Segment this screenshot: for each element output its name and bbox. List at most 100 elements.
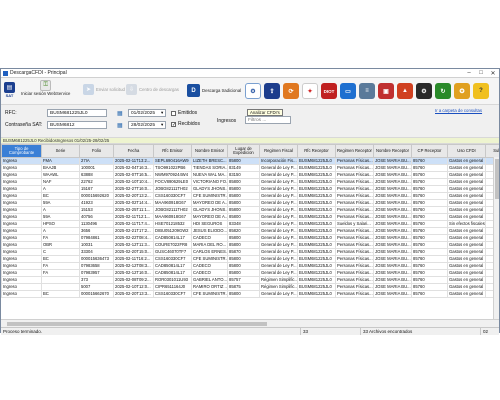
- table-row[interactable]: Ingreso A 15167 2025-02-27T16:0... JOBG82111…: [1, 185, 499, 193]
- diot-icon[interactable]: DIOT: [321, 83, 337, 99]
- table-cell: 85760: [411, 227, 448, 235]
- emitidos-checkbox[interactable]: [171, 110, 176, 116]
- table-row[interactable]: Ingreso 59A 40756 2025-02-11T12:1... MAA9609…: [1, 213, 499, 221]
- date-to-dropdown[interactable]: ▾: [161, 122, 163, 128]
- table-row[interactable]: Ingreso BC 000015636473 2025-02-11T16:2... C…: [1, 255, 499, 263]
- table-row[interactable]: Ingreso OBR 10031 2025-02-12T11:3... COURE70…: [1, 241, 499, 249]
- table-cell: 83150: [227, 171, 260, 179]
- maximize-button[interactable]: □: [475, 70, 487, 76]
- table-row[interactable]: Ingreso FA 07983957 2025-02-12T16:0... CAD85…: [1, 269, 499, 277]
- table-row[interactable]: Ingreso C 33304 2025-02-20T15:0... GUSC46070…: [1, 248, 499, 256]
- column-header[interactable]: Regimen Receptor: [335, 144, 374, 158]
- horizontal-scroll-thumb[interactable]: [7, 322, 267, 326]
- column-header[interactable]: Regimen Fiscal: [259, 144, 298, 158]
- emitidos-label: Emitidos: [178, 110, 198, 116]
- database-icon[interactable]: ≡: [359, 83, 375, 99]
- table-cell: 41923: [79, 199, 114, 207]
- column-header[interactable]: Fecha: [113, 144, 154, 158]
- pdf-icon[interactable]: ✦: [302, 83, 318, 99]
- export-icon[interactable]: ⇪: [264, 83, 280, 99]
- key-gold-icon[interactable]: ✪: [454, 83, 470, 99]
- table-row[interactable]: Ingreso FA 07984861 2025-02-22T08:4... CAD85…: [1, 234, 499, 242]
- column-header[interactable]: Serie: [41, 144, 80, 158]
- table-cell: 85760: [411, 171, 448, 179]
- column-header[interactable]: Nombre Receptor: [373, 144, 412, 158]
- table-cell: General de Ley P...: [259, 269, 298, 277]
- table-cell: 2025-02-27T16:0...: [113, 185, 154, 193]
- table-row[interactable]: Ingreso BC 000015662670 2025-02-20T13:3... C…: [1, 290, 499, 298]
- settings-icon[interactable]: ⚙: [416, 83, 432, 99]
- analyze-tooltip: Analizar CFDI's: [247, 109, 283, 116]
- horizontal-scrollbar[interactable]: [1, 319, 499, 327]
- column-header[interactable]: Folio: [79, 144, 114, 158]
- minimize-button[interactable]: –: [463, 70, 475, 76]
- rfc-input[interactable]: BUSM681225JL0: [47, 109, 107, 117]
- table-row[interactable]: Ingreso WAAWL 63888 2025-02-07T16:5... NWM97…: [1, 171, 499, 179]
- table-cell: 85760: [411, 290, 448, 298]
- table-cell: Personas Físicas...: [335, 269, 374, 277]
- column-header[interactable]: Rfc Receptor: [297, 144, 336, 158]
- center-label: Centro de descargas: [139, 87, 179, 92]
- analyze-icon[interactable]: ⚙: [245, 83, 261, 99]
- sync-icon[interactable]: ⟳: [283, 83, 299, 99]
- recibidos-option[interactable]: ✓ Recibidos: [171, 121, 200, 127]
- column-header[interactable]: Nombre Emisor: [191, 144, 228, 158]
- chart-icon[interactable]: ▲: [397, 83, 413, 99]
- login-webservice-button[interactable]: ⚿ Iniciar sesión WebService: [21, 80, 70, 96]
- table-cell: Personas Físicas...: [335, 185, 374, 193]
- table-cell: Personas Físicas...: [335, 227, 374, 235]
- table-row[interactable]: Ingreso NAF 22762 2025-02-10T10:4... FOCV890…: [1, 178, 499, 186]
- column-header[interactable]: CP Receptor: [411, 144, 448, 158]
- table-row[interactable]: Ingreso A 3656 2025-02-21T17:2... DIBU051209…: [1, 227, 499, 235]
- table-cell: BUSM681225JL0: [297, 178, 336, 186]
- emitidos-option[interactable]: Emitidos: [171, 110, 197, 116]
- table-row[interactable]: Ingreso BAAJB 100001 2025-02-04T16:3... TSO9…: [1, 164, 499, 172]
- table-cell: CSS160330CF7: [153, 290, 192, 298]
- table-row[interactable]: Ingreso 59A 41923 2025-02-02T14:4... MAA9609…: [1, 199, 499, 207]
- table-cell: 3656: [79, 227, 114, 235]
- vertical-scrollbar[interactable]: [493, 157, 499, 319]
- column-header[interactable]: Lugar de Expedicion: [227, 144, 260, 158]
- recibidos-checkbox[interactable]: ✓: [171, 121, 176, 127]
- main-window: DescargaCFDI - Principal – □ ✕ ▤ SAT ⚿ I…: [0, 68, 500, 335]
- table-row[interactable]: Ingreso HPSO 1130496 2025-02-11T17:4... HSE7…: [1, 220, 499, 228]
- date-from-dropdown[interactable]: ▾: [161, 110, 163, 116]
- table-cell: BUSM681225JL0: [297, 290, 336, 298]
- folder-icon[interactable]: ▭: [340, 83, 356, 99]
- table-cell: 2025-02-22T08:4...: [113, 234, 154, 242]
- password-input[interactable]: BUSM6812: [47, 121, 107, 129]
- column-header[interactable]: Uso CFDI: [447, 144, 486, 158]
- table-cell: BC: [41, 192, 80, 200]
- calendar-icon[interactable]: ▦: [117, 110, 123, 117]
- table-header: Tipo de Comprobante Serie Folio Fecha Rfc Em…: [1, 144, 499, 158]
- table-row[interactable]: Ingreso FA 07983658 2025-02-12T08:3... CAD85…: [1, 262, 499, 270]
- calendar-icon-2[interactable]: ▦: [117, 122, 123, 129]
- table-cell: 85760: [411, 283, 448, 291]
- table-row[interactable]: Ingreso BC 000015692620 2025-02-20T13:2... C…: [1, 192, 499, 200]
- filter-dropdown[interactable]: Filtros ...: [245, 116, 291, 124]
- table-row[interactable]: Ingreso 5007 2025-02-10T12:0... CIPR6511164…: [1, 283, 499, 291]
- help-icon[interactable]: ?: [473, 83, 489, 99]
- refresh-icon[interactable]: ↻: [435, 83, 451, 99]
- table-cell: OBR: [41, 241, 80, 249]
- table-cell: FA: [41, 269, 80, 277]
- traditional-download-button[interactable]: D Descarga tradicional: [187, 84, 241, 97]
- vertical-scroll-thumb[interactable]: [495, 159, 499, 199]
- send-request-button[interactable]: ➤ Enviar solicitud: [83, 84, 125, 95]
- table-row[interactable]: Ingreso A 15153 2025-02-25T11:1... JOBG82111…: [1, 206, 499, 214]
- open-folder-link[interactable]: Ir a carpeta de consultas: [435, 108, 482, 113]
- download-center-button[interactable]: ⇩ Centro de descargas: [126, 84, 179, 95]
- table-cell: 2025-02-21T17:2...: [113, 227, 154, 235]
- table-cell: 85760: [411, 241, 448, 249]
- table-cell: Ingreso: [1, 255, 42, 263]
- close-button[interactable]: ✕: [487, 70, 499, 77]
- column-header[interactable]: Rfc Emisor: [153, 144, 192, 158]
- column-header[interactable]: Sub: [485, 144, 499, 158]
- table-row[interactable]: Ingreso FMA 27IA 2025-02-11T13:2... SEPL6904…: [1, 157, 499, 165]
- column-header[interactable]: Tipo de Comprobante: [1, 144, 42, 158]
- table-cell: 85760: [411, 192, 448, 200]
- table-cell: JOBG82111TH02: [153, 206, 192, 214]
- report-icon[interactable]: ▣: [378, 83, 394, 99]
- table-row[interactable]: Ingreso 373 2025-02-08T09:2... ROR0301011U9…: [1, 276, 499, 284]
- table-cell: 85800: [227, 206, 260, 214]
